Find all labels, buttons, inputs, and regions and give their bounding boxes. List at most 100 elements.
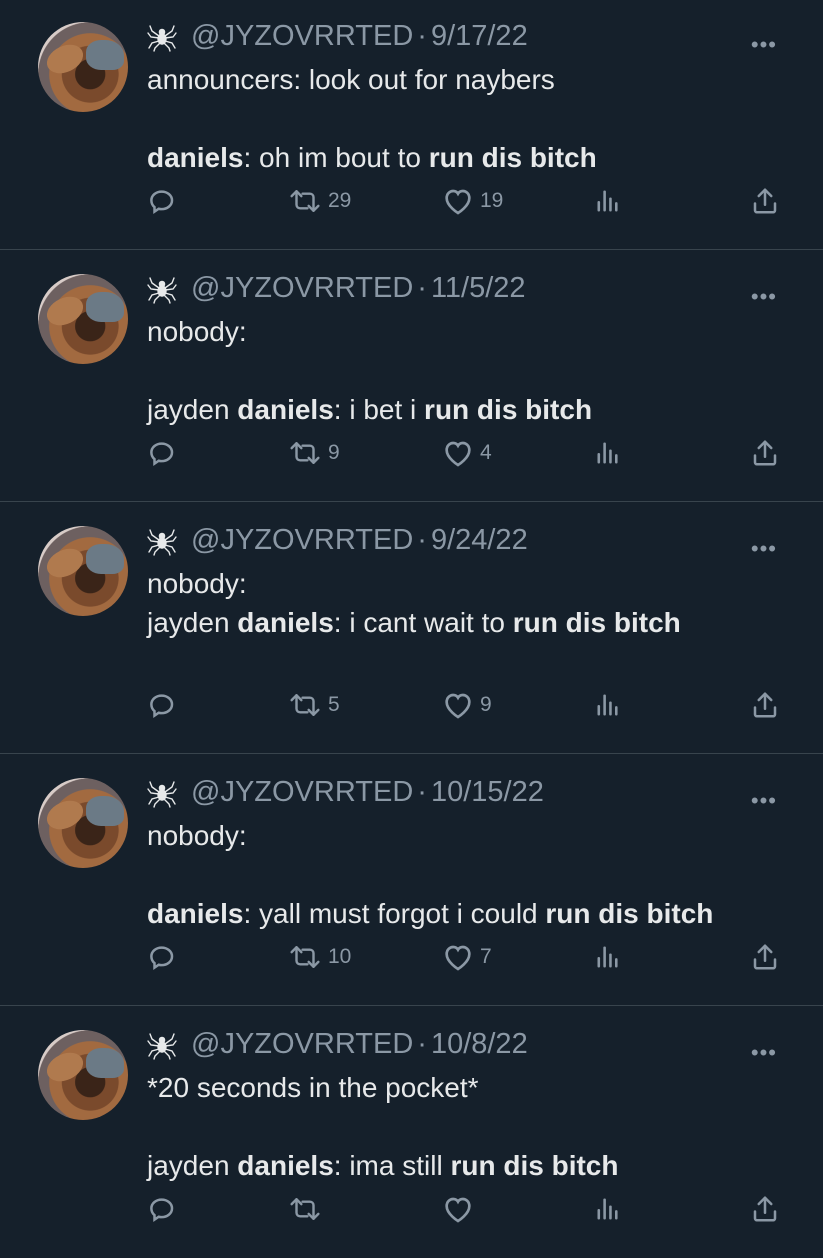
bold-text: daniels (237, 394, 334, 425)
retweet-count: 9 (328, 441, 340, 464)
tweet-date[interactable]: 10/8/22 (431, 1028, 528, 1061)
like-button[interactable] (442, 1194, 480, 1224)
retweet-button[interactable] (288, 1194, 328, 1224)
bold-text: run dis bitch (428, 142, 597, 173)
analytics-button[interactable] (594, 438, 622, 468)
share-button[interactable] (750, 186, 780, 216)
retweet-button[interactable]: 5 (288, 690, 340, 720)
avatar[interactable] (38, 22, 128, 112)
reply-button[interactable] (147, 438, 177, 468)
analytics-icon (594, 942, 622, 972)
tweet[interactable]: @JYZOVRRTED · 11/5/22 ••• nobody: jayden … (0, 250, 823, 502)
text-segment: : oh im bout to (243, 142, 429, 173)
retweet-button[interactable]: 9 (288, 438, 340, 468)
like-button[interactable]: 9 (442, 690, 492, 720)
heart-icon (442, 1194, 474, 1224)
avatar[interactable] (38, 526, 128, 616)
tweet-header: @JYZOVRRTED · 10/8/22 (147, 1028, 528, 1061)
action-bar: 29 19 (0, 186, 823, 226)
like-button[interactable]: 19 (442, 186, 503, 216)
share-button[interactable] (750, 942, 780, 972)
bold-text: daniels (237, 1150, 334, 1181)
heart-icon (442, 438, 474, 468)
retweet-count: 29 (328, 189, 352, 212)
reply-button[interactable] (147, 690, 177, 720)
analytics-icon (594, 186, 622, 216)
more-dots-icon[interactable]: ••• (751, 536, 777, 562)
tweet-text: announcers: look out for naybers daniels:… (147, 60, 597, 177)
tweet[interactable]: @JYZOVRRTED · 9/24/22 ••• nobody: jayden … (0, 502, 823, 754)
tweet[interactable]: @JYZOVRRTED · 9/17/22 ••• announcers: lo… (0, 0, 823, 250)
analytics-icon (594, 690, 622, 720)
text-segment: : ima still (333, 1150, 451, 1181)
user-handle[interactable]: @JYZOVRRTED (191, 20, 413, 53)
analytics-button[interactable] (594, 942, 622, 972)
tweet-text: *20 seconds in the pocket* jayden daniels… (147, 1068, 618, 1185)
text-line: jayden daniels: i bet i run dis bitch (147, 390, 592, 429)
bold-text: run dis bitch (450, 1150, 619, 1181)
heart-icon (442, 186, 474, 216)
share-icon (750, 942, 780, 972)
avatar[interactable] (38, 274, 128, 364)
retweet-icon (288, 186, 322, 216)
text-line: announcers: look out for naybers (147, 60, 597, 99)
user-handle[interactable]: @JYZOVRRTED (191, 524, 413, 557)
like-count: 4 (480, 441, 492, 464)
avatar[interactable] (38, 778, 128, 868)
reply-button[interactable] (147, 1194, 177, 1224)
reply-icon (147, 186, 177, 216)
heart-icon (442, 942, 474, 972)
separator-dot: · (417, 524, 427, 556)
bold-text: daniels (237, 607, 334, 638)
share-button[interactable] (750, 438, 780, 468)
like-button[interactable]: 4 (442, 438, 492, 468)
user-handle[interactable]: @JYZOVRRTED (191, 776, 413, 809)
user-handle[interactable]: @JYZOVRRTED (191, 1028, 413, 1061)
text-segment: : i cant wait to (333, 607, 513, 638)
tweet-header: @JYZOVRRTED · 10/15/22 (147, 776, 544, 809)
text-line: nobody: (147, 564, 681, 603)
tweet[interactable]: @JYZOVRRTED · 10/8/22 ••• *20 seconds in… (0, 1006, 823, 1258)
more-dots-icon[interactable]: ••• (751, 1040, 777, 1066)
like-count: 19 (480, 189, 504, 212)
spider-icon (147, 526, 177, 556)
reply-button[interactable] (147, 186, 177, 216)
share-button[interactable] (750, 690, 780, 720)
tweet-header: @JYZOVRRTED · 11/5/22 (147, 272, 526, 305)
tweet-date[interactable]: 10/15/22 (431, 776, 544, 809)
text-line: nobody: (147, 816, 713, 855)
share-button[interactable] (750, 1194, 780, 1224)
avatar[interactable] (38, 1030, 128, 1120)
reply-button[interactable] (147, 942, 177, 972)
text-line: nobody: (147, 312, 592, 351)
reply-icon (147, 942, 177, 972)
more-dots-icon[interactable]: ••• (751, 32, 777, 58)
more-dots-icon[interactable]: ••• (751, 284, 777, 310)
like-button[interactable]: 7 (442, 942, 492, 972)
more-dots-icon[interactable]: ••• (751, 788, 777, 814)
share-icon (750, 186, 780, 216)
tweet-date[interactable]: 11/5/22 (431, 272, 526, 305)
retweet-button[interactable]: 29 (288, 186, 351, 216)
retweet-button[interactable]: 10 (288, 942, 351, 972)
bold-text: daniels (147, 142, 244, 173)
text-segment: jayden (147, 394, 238, 425)
text-line: daniels: yall must forgot i could run di… (147, 894, 713, 933)
analytics-button[interactable] (594, 690, 622, 720)
user-handle[interactable]: @JYZOVRRTED (191, 272, 413, 305)
action-bar: 9 4 (0, 438, 823, 478)
tweet-text: nobody: jayden daniels: i bet i run dis b… (147, 312, 592, 429)
tweet[interactable]: @JYZOVRRTED · 10/15/22 ••• nobody: daniel… (0, 754, 823, 1006)
text-segment: : yall must forgot i could (243, 898, 546, 929)
like-count: 7 (480, 945, 492, 968)
analytics-button[interactable] (594, 186, 622, 216)
text-segment: *20 seconds in the pocket* (147, 1072, 479, 1103)
tweet-header: @JYZOVRRTED · 9/24/22 (147, 524, 528, 557)
tweet-date[interactable]: 9/24/22 (431, 524, 528, 557)
tweet-date[interactable]: 9/17/22 (431, 20, 528, 53)
text-segment: jayden (147, 1150, 238, 1181)
text-segment: nobody: (147, 316, 247, 347)
analytics-button[interactable] (594, 1194, 622, 1224)
spider-icon (147, 1030, 177, 1060)
